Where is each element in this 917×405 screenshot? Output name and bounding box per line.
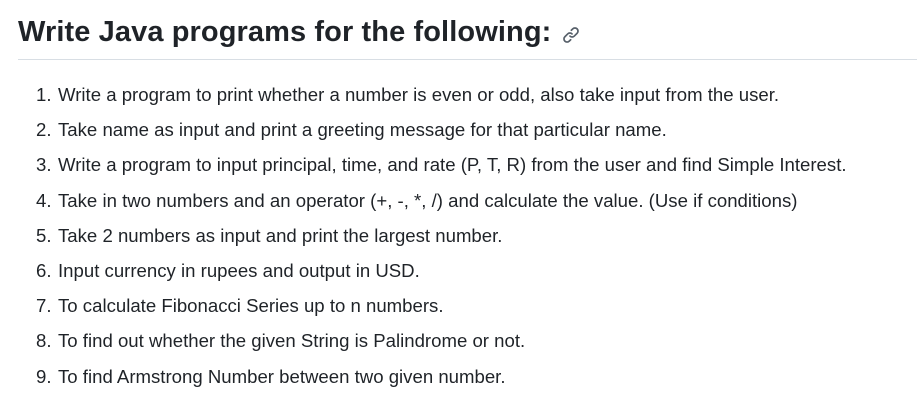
list-item: 9. To find Armstrong Number between two g… (36, 363, 916, 398)
list-item-text: Write a program to print whether a numbe… (58, 84, 780, 105)
list-item: 1. Write a program to print whether a num… (36, 81, 916, 116)
list-item-number: 6. (36, 259, 52, 281)
list-item-text: Write a program to input principal, time… (58, 154, 847, 176)
list-item-text: Take 2 numbers as input and print the la… (58, 224, 503, 246)
task-list: 1. Write a program to print whether a num… (36, 81, 916, 398)
list-item-text: To find Armstrong Number between two giv… (58, 365, 506, 387)
list-item-text: Input currency in rupees and output in U… (58, 259, 420, 281)
list-item: 7. To calculate Fibonacci Series up to n … (36, 292, 916, 327)
heading-title: Write Java programs for the following: (18, 16, 552, 48)
markdown-document: Write Java programs for the following: 1… (0, 0, 917, 405)
list-item: 8. To find out whether the given String i… (36, 327, 916, 362)
list-item-number: 2. (36, 119, 52, 141)
list-item: 3. Write a program to input principal, ti… (36, 151, 916, 186)
list-item: 4. Take in two numbers and an operator (+… (36, 187, 916, 222)
list-item-number: 1. (36, 84, 52, 105)
list-item-number: 5. (36, 224, 52, 246)
list-item-text: To calculate Fibonacci Series up to n nu… (58, 295, 444, 317)
list-item-number: 8. (36, 330, 52, 352)
list-item-number: 4. (36, 189, 52, 211)
list-item: 5. Take 2 numbers as input and print the … (36, 222, 916, 257)
list-item-text: Take name as input and print a greeting … (58, 119, 667, 141)
list-item-number: 3. (36, 154, 52, 176)
list-item: 2. Take name as input and print a greetin… (36, 116, 916, 151)
list-item-number: 7. (36, 295, 52, 317)
list-item-text: To find out whether the given String is … (58, 330, 526, 352)
list-item: 6. Input currency in rupees and output in… (36, 257, 916, 292)
section-heading: Write Java programs for the following: (18, 10, 917, 60)
link-icon[interactable] (561, 25, 581, 45)
list-item-text: Take in two numbers and an operator (+, … (58, 189, 798, 211)
list-item-number: 9. (36, 365, 52, 387)
